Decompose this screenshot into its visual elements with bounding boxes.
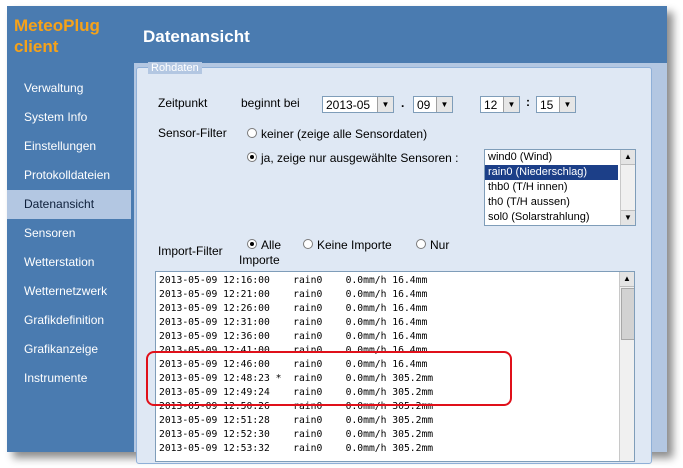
rohdaten-legend: Rohdaten	[148, 62, 202, 74]
chevron-down-icon: ▼	[377, 97, 393, 112]
import-filter-all-label: Alle Importe	[239, 238, 282, 268]
sidebar-item-protokolldateien[interactable]: Protokolldateien	[7, 161, 131, 190]
scroll-up-icon[interactable]: ▲	[620, 272, 634, 287]
sidebar: MeteoPlug client Verwaltung System Info …	[7, 6, 131, 452]
chevron-down-icon: ▼	[503, 97, 519, 112]
sensor-filter-none-radio[interactable]	[247, 128, 257, 138]
list-item[interactable]: th0 (T/H aussen)	[485, 195, 618, 210]
data-line: 2013-05-09 12:53:32 rain0 0.0mm/h 305.2m…	[159, 443, 434, 454]
minute-select[interactable]: 15 ▼	[536, 96, 576, 113]
sidebar-item-sensoren[interactable]: Sensoren	[7, 219, 131, 248]
import-filter-none-label: Keine Importe	[317, 238, 392, 252]
zeitpunkt-sublabel: beginnt bei	[241, 96, 300, 110]
import-filter-only-radio[interactable]	[416, 239, 426, 249]
month-select[interactable]: 2013-05 ▼	[322, 96, 394, 113]
highlight-annotation	[146, 351, 512, 406]
data-line: 2013-05-09 12:21:00 rain0 0.0mm/h 16.4mm	[159, 289, 428, 300]
chevron-down-icon: ▼	[436, 97, 452, 112]
sensor-listbox[interactable]: wind0 (Wind) rain0 (Niederschlag) thb0 (…	[484, 149, 636, 226]
list-item[interactable]: wind0 (Wind)	[485, 150, 618, 165]
data-line: 2013-05-09 12:51:28 rain0 0.0mm/h 305.2m…	[159, 415, 434, 426]
sidebar-item-verwaltung[interactable]: Verwaltung	[7, 74, 131, 103]
hour-value: 12	[484, 98, 498, 112]
date-separator: .	[401, 96, 405, 110]
sensor-filter-selected-radio[interactable]	[247, 152, 257, 162]
sidebar-item-wetternetzwerk[interactable]: Wetternetzwerk	[7, 277, 131, 306]
day-select[interactable]: 09 ▼	[413, 96, 453, 113]
month-value: 2013-05	[326, 98, 371, 112]
list-item[interactable]: rain0 (Niederschlag)	[485, 165, 618, 180]
minute-value: 15	[540, 98, 554, 112]
app-name-line1: MeteoPlug	[14, 16, 100, 35]
chevron-down-icon: ▼	[559, 97, 575, 112]
app-name-line2: client	[14, 37, 59, 56]
sensor-filter-selected-label: ja, zeige nur ausgewählte Sensoren :	[261, 151, 459, 165]
import-filter-only-label: Nur	[430, 238, 450, 252]
sidebar-item-instrumente[interactable]: Instrumente	[7, 364, 131, 393]
sidebar-item-datenansicht[interactable]: Datenansicht	[7, 190, 131, 219]
day-value: 09	[417, 98, 431, 112]
sidebar-item-grafikanzeige[interactable]: Grafikanzeige	[7, 335, 131, 364]
listbox-scrollbar[interactable]: ▲ ▼	[620, 150, 635, 225]
scrollbar-thumb[interactable]	[621, 288, 634, 340]
textarea-scrollbar[interactable]: ▲	[619, 272, 634, 461]
import-filter-none-radio[interactable]	[303, 239, 313, 249]
zeitpunkt-label: Zeitpunkt	[158, 96, 208, 110]
data-line: 2013-05-09 12:36:00 rain0 0.0mm/h 16.4mm	[159, 331, 428, 342]
sidebar-nav: Verwaltung System Info Einstellungen Pro…	[7, 74, 131, 393]
import-filter-all-line1: Alle	[261, 238, 282, 252]
scroll-up-icon[interactable]: ▲	[621, 150, 635, 165]
data-line: 2013-05-09 12:52:30 rain0 0.0mm/h 305.2m…	[159, 429, 434, 440]
sensor-filter-label: Sensor-Filter	[158, 126, 227, 140]
sidebar-item-wetterstation[interactable]: Wetterstation	[7, 248, 131, 277]
import-filter-all-radio[interactable]	[247, 239, 257, 249]
import-filter-label: Import-Filter	[158, 244, 223, 258]
list-item[interactable]: thb0 (T/H innen)	[485, 180, 618, 195]
list-item[interactable]: sol0 (Solarstrahlung)	[485, 210, 618, 225]
page-header: Datenansicht	[131, 6, 667, 62]
hour-select[interactable]: 12 ▼	[480, 96, 520, 113]
data-line: 2013-05-09 12:31:00 rain0 0.0mm/h 16.4mm	[159, 317, 428, 328]
app-logo: MeteoPlug client	[14, 15, 100, 57]
data-line: 2013-05-09 12:16:00 rain0 0.0mm/h 16.4mm	[159, 275, 428, 286]
data-line: 2013-05-09 12:26:00 rain0 0.0mm/h 16.4mm	[159, 303, 428, 314]
time-separator: :	[526, 95, 530, 109]
sidebar-item-einstellungen[interactable]: Einstellungen	[7, 132, 131, 161]
scroll-down-icon[interactable]: ▼	[621, 210, 635, 225]
import-filter-all-line2: Importe	[239, 253, 280, 267]
sidebar-item-grafikdefinition[interactable]: Grafikdefinition	[7, 306, 131, 335]
page-title: Datenansicht	[143, 27, 250, 46]
sidebar-item-system-info[interactable]: System Info	[7, 103, 131, 132]
sensor-filter-none-label: keiner (zeige alle Sensordaten)	[261, 127, 428, 141]
